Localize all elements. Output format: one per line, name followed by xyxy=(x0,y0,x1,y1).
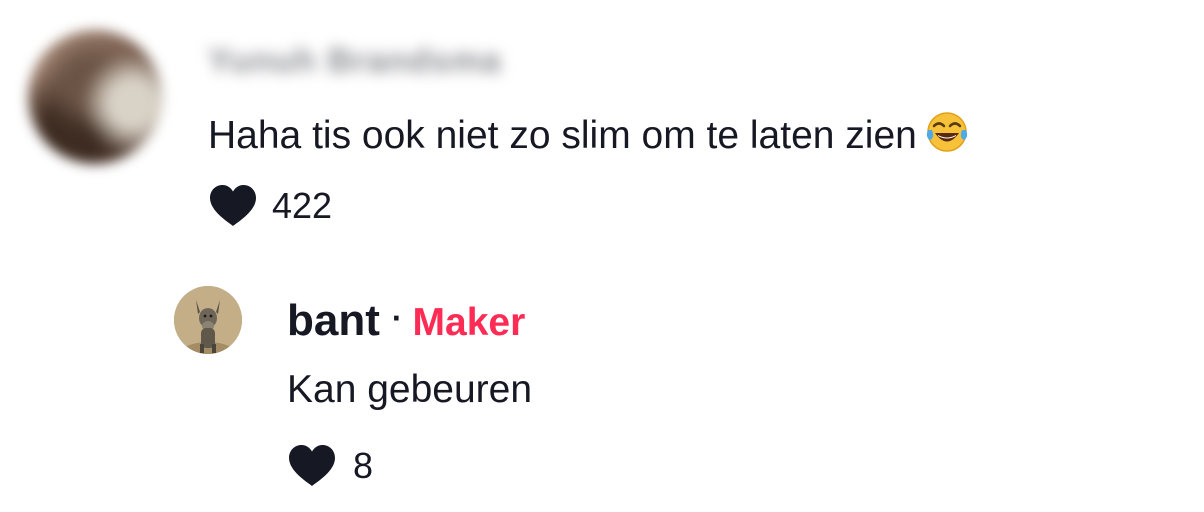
donkey-avatar-icon xyxy=(174,286,242,354)
reply-avatar[interactable] xyxy=(174,286,242,354)
separator-dot: · xyxy=(391,300,403,336)
heart-icon[interactable] xyxy=(208,184,258,228)
reply-like-row: 8 xyxy=(287,444,373,488)
heart-icon[interactable] xyxy=(287,444,337,488)
like-count: 422 xyxy=(272,185,333,226)
like-count: 8 xyxy=(353,445,374,486)
reply-username[interactable]: bant xyxy=(287,296,380,345)
commenter-avatar[interactable] xyxy=(28,30,162,164)
tears-of-joy-emoji-icon xyxy=(926,112,967,152)
comment-body: Haha tis ook niet zo slim om te laten zi… xyxy=(208,110,969,160)
reply-header: bant · Maker xyxy=(287,292,525,349)
reply-text: Kan gebeuren xyxy=(287,368,533,411)
comment-text: Haha tis ook niet zo slim om te laten zi… xyxy=(208,114,917,157)
comment-like-row: 422 xyxy=(208,184,332,228)
commenter-username[interactable]: Yunuh Brandsma xyxy=(208,42,502,81)
creator-badge: Maker xyxy=(412,301,526,344)
